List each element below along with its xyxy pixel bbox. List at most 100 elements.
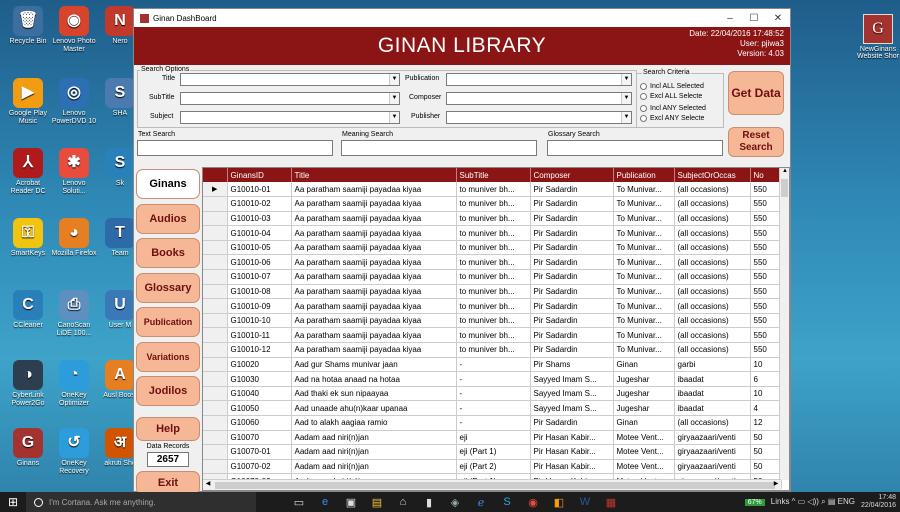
table-cell[interactable]: Jugeshar — [613, 371, 675, 387]
table-cell[interactable]: to muniver bh... — [456, 254, 531, 271]
maximize-button[interactable]: ☐ — [742, 13, 766, 24]
row-selector[interactable] — [203, 444, 228, 460]
table-cell[interactable]: Aad na hotaa anaad na hotaa — [291, 371, 457, 387]
horizontal-scrollbar[interactable]: ◀ ▶ — [203, 479, 781, 490]
row-selector[interactable] — [203, 371, 228, 387]
table-row[interactable]: G10010-03 Aa paratham saamiji payadaa kiy… — [203, 211, 782, 227]
nav-books[interactable]: Books — [136, 238, 200, 268]
row-selector[interactable] — [203, 196, 228, 212]
home-icon[interactable]: ⌂ — [390, 496, 416, 509]
table-cell[interactable]: 550 — [750, 313, 782, 329]
table-cell[interactable]: Pir Sadardin — [530, 415, 614, 431]
column-header[interactable]: GinansID — [227, 168, 292, 182]
desktop-icon[interactable]: 🗑 Recycle Bin — [4, 6, 52, 46]
circle-app-icon[interactable]: ◉ — [520, 496, 546, 509]
column-header[interactable]: Publication — [613, 168, 675, 182]
nav-publication[interactable]: Publication — [136, 307, 200, 337]
reset-search-button[interactable]: Reset Search — [728, 127, 784, 157]
table-cell[interactable]: 10 — [750, 386, 782, 402]
nav-help[interactable]: Help — [136, 417, 200, 441]
desktop-icon[interactable]: ◔ OneKey Optimizer — [50, 360, 98, 408]
desktop-icon[interactable]: C CCleaner — [4, 290, 52, 330]
ginans-grid[interactable]: GinansID Title SubTitle Composer Publication… — [202, 167, 790, 491]
table-cell[interactable]: - — [456, 357, 531, 373]
table-cell[interactable]: To Munivar... — [613, 240, 675, 256]
table-cell[interactable]: To Munivar... — [613, 313, 675, 329]
table-cell[interactable]: eji (Part 1) — [456, 444, 531, 460]
title-combo[interactable]: ▼ — [180, 73, 400, 86]
table-cell[interactable]: Pir Sadardin — [530, 327, 614, 344]
row-selector[interactable] — [203, 459, 228, 475]
table-cell[interactable]: garbi — [674, 357, 751, 373]
task-view-icon[interactable]: ▭ — [286, 496, 312, 509]
column-header[interactable]: SubjectOrOccas — [674, 168, 751, 182]
table-cell[interactable]: Aa paratham saamiji payadaa kiyaa — [291, 196, 457, 212]
table-cell[interactable]: G10070 — [227, 430, 292, 446]
table-row[interactable]: G10010-05 Aa paratham saamiji payadaa kiy… — [203, 240, 782, 256]
subtitle-combo[interactable]: ▼ — [180, 92, 400, 105]
table-cell[interactable]: ibaadat — [674, 386, 751, 402]
table-cell[interactable]: Jugeshar — [613, 400, 675, 416]
table-cell[interactable]: 550 — [750, 225, 782, 241]
tray-icons[interactable]: Links ^ ▭ ◁)) ⌕ ▤ ENG — [771, 497, 855, 507]
table-cell[interactable]: G10010-07 — [227, 269, 292, 285]
table-cell[interactable]: Pir Sadardin — [530, 284, 614, 300]
composer-combo[interactable]: ▼ — [446, 92, 632, 105]
column-header[interactable]: No — [750, 168, 782, 182]
table-cell[interactable]: - — [456, 400, 531, 416]
table-cell[interactable]: 550 — [750, 298, 782, 314]
table-cell[interactable]: (all occasions) — [674, 342, 751, 358]
table-cell[interactable]: Pir Sadardin — [530, 298, 614, 314]
table-cell[interactable]: To Munivar... — [613, 225, 675, 241]
table-cell[interactable]: Pir Sadardin — [530, 342, 614, 358]
row-selector[interactable] — [203, 313, 228, 329]
table-row[interactable]: G10030 Aad na hotaa anaad na hotaa - Sayyed… — [203, 371, 782, 387]
row-selector[interactable] — [203, 298, 228, 314]
nav-jodilos[interactable]: Jodilos — [136, 376, 200, 406]
scroll-left-icon[interactable]: ◀ — [203, 480, 213, 487]
desktop-icon[interactable]: ◉ Lenovo Photo Master — [50, 6, 98, 54]
table-cell[interactable]: 550 — [750, 240, 782, 256]
row-selector[interactable] — [203, 327, 228, 344]
column-header[interactable]: Title — [291, 168, 457, 182]
table-cell[interactable]: Pir Sadardin — [530, 269, 614, 285]
glossary-search-input[interactable] — [547, 140, 723, 156]
table-row[interactable]: G10070-01 Aadam aad niri(n)jan eji (Part 1… — [203, 444, 782, 460]
table-cell[interactable]: Pir Shams — [530, 357, 614, 373]
table-row[interactable]: G10050 Aad unaade ahu(n)kaar upanaa - Sayye… — [203, 400, 782, 416]
app-icon[interactable]: ▮ — [416, 496, 442, 509]
table-cell[interactable]: Aadam aad niri(n)jan — [291, 459, 457, 475]
table-cell[interactable]: giryaazaari/venti — [674, 444, 751, 460]
table-cell[interactable]: Aadam aad niri(n)jan — [291, 444, 457, 460]
table-cell[interactable]: To Munivar... — [613, 327, 675, 344]
desktop-icon[interactable]: ◕ Mozilla Firefox — [50, 218, 98, 258]
table-cell[interactable]: - — [456, 371, 531, 387]
table-cell[interactable]: To Munivar... — [613, 182, 675, 198]
table-row[interactable]: G10070 Aadam aad niri(n)jan eji Pir Hasan K… — [203, 430, 782, 446]
publication-combo[interactable]: ▼ — [446, 73, 632, 86]
table-cell[interactable]: Aa paratham saamiji payadaa kiyaa — [291, 240, 457, 256]
table-cell[interactable]: G10010-11 — [227, 327, 292, 344]
table-cell[interactable]: Aa paratham saamiji payadaa kiyaa — [291, 327, 457, 344]
table-cell[interactable]: G10010-12 — [227, 342, 292, 358]
table-cell[interactable]: Aa paratham saamiji payadaa kiyaa — [291, 225, 457, 241]
outlook-icon[interactable]: ◧ — [546, 496, 572, 509]
table-cell[interactable]: to muniver bh... — [456, 225, 531, 241]
desktop-icon[interactable]: ↺ OneKey Recovery — [50, 428, 98, 476]
skype-icon[interactable]: S — [494, 496, 520, 509]
scroll-thumb[interactable] — [781, 179, 788, 197]
cortana-search[interactable]: I'm Cortana. Ask me anything. — [26, 492, 256, 512]
scroll-up-icon[interactable]: ▲ — [780, 168, 789, 178]
table-cell[interactable]: Sayyed Imam S... — [530, 386, 614, 402]
close-button[interactable]: ✕ — [766, 13, 790, 24]
windows-start-icon[interactable]: ⊞ — [0, 495, 26, 509]
table-cell[interactable]: Pir Hasan Kabir... — [530, 444, 614, 460]
table-cell[interactable]: (all occasions) — [674, 254, 751, 271]
nav-ginans[interactable]: Ginans — [136, 169, 200, 199]
table-cell[interactable]: - — [456, 415, 531, 431]
row-selector[interactable] — [203, 400, 228, 416]
table-cell[interactable]: 50 — [750, 444, 782, 460]
table-cell[interactable]: G10010-05 — [227, 240, 292, 256]
row-selector[interactable]: ▶ — [203, 182, 228, 198]
nav-variations[interactable]: Variations — [136, 342, 200, 372]
